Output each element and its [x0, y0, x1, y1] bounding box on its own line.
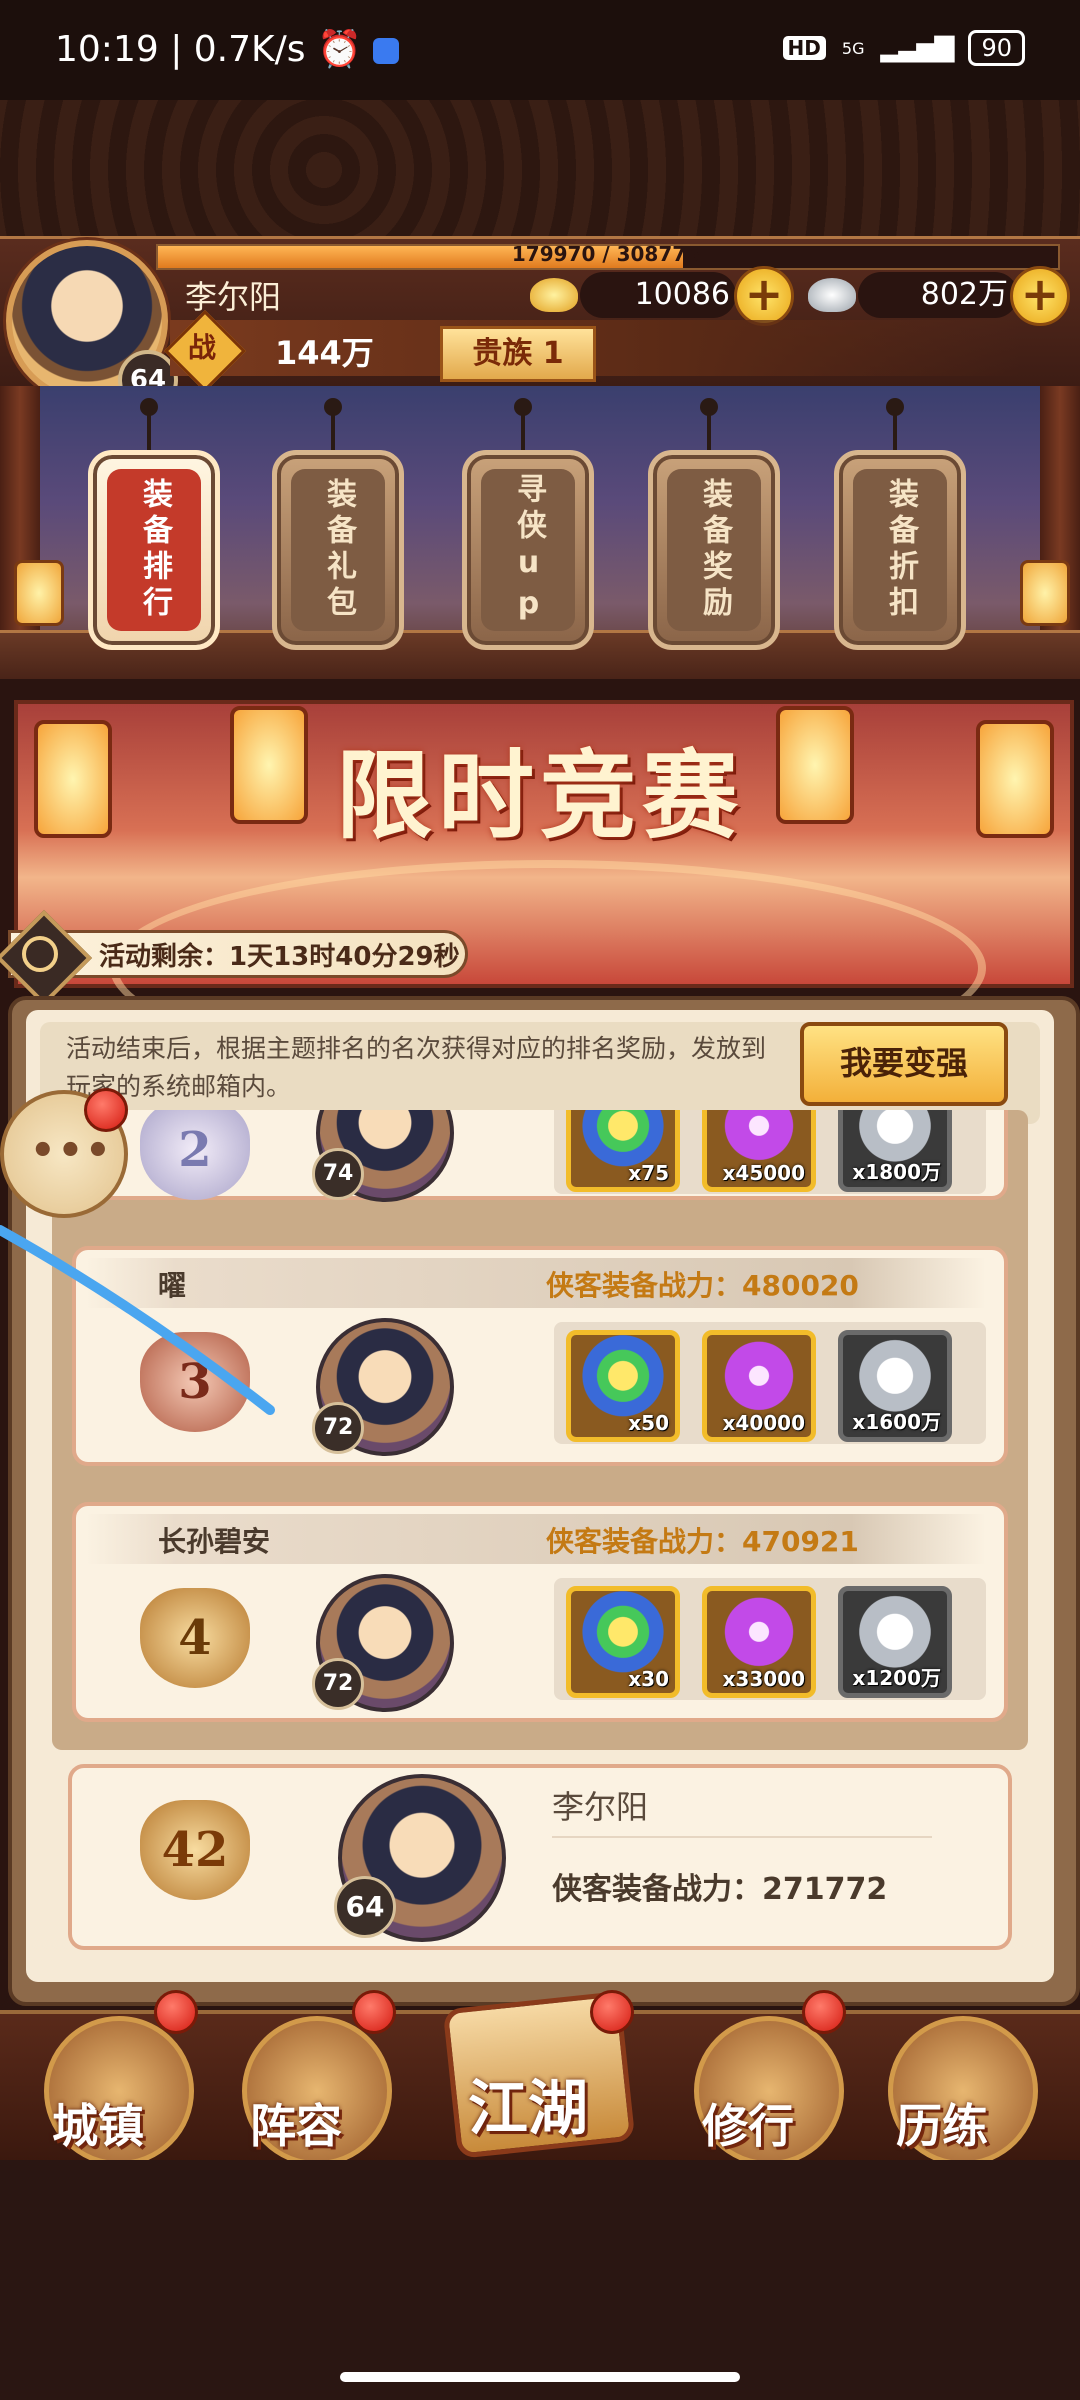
battery-icon: 90: [968, 30, 1025, 66]
tab-label: 装备排行: [107, 469, 201, 631]
rank-badge: 4: [140, 1588, 250, 1688]
hd-icon: HD: [782, 36, 826, 60]
home-indicator[interactable]: [340, 2372, 740, 2382]
gold-amount: 10086: [580, 272, 736, 318]
ranking-row: 2 74 x75 x45000 x1800万: [72, 1110, 1008, 1202]
nav-label-4: 历练: [896, 2099, 988, 2153]
reward-qty: x50: [628, 1411, 669, 1435]
tab-label: 装备奖励: [667, 469, 761, 631]
add-silver-button[interactable]: +: [1010, 266, 1070, 326]
tab-string: [147, 414, 151, 450]
status-indicators: HD 5G ▂▃▅▇ 90: [782, 30, 1025, 66]
reward-item-crystal[interactable]: x45000: [702, 1110, 816, 1192]
divider: [552, 1836, 932, 1838]
self-name: 李尔阳: [552, 1788, 649, 1826]
signal-icon: ▂▃▅▇: [880, 33, 954, 63]
player-power: 144万: [275, 334, 374, 372]
tab-label: 寻侠up: [481, 469, 575, 631]
notification-dot: [590, 1990, 634, 2034]
tab-3[interactable]: 装备奖励: [648, 450, 780, 650]
tab-0[interactable]: 装备排行: [88, 450, 220, 650]
ranker-power: 侠客装备战力：480020: [546, 1269, 859, 1302]
banner-title: 限时竞赛: [336, 739, 744, 852]
reward-qty: x75: [628, 1161, 669, 1185]
reward-qty: x45000: [722, 1161, 805, 1185]
nav-label-1: 阵容: [250, 2099, 342, 2153]
tab-label: 装备礼包: [291, 469, 385, 631]
reward-list: x50 x40000 x1600万: [554, 1322, 986, 1444]
notification-dot: [802, 1990, 846, 2034]
status-time: 10:19 | 0.7K/s ⏰: [55, 28, 400, 70]
notification-dot: [154, 1990, 198, 2034]
ranker-power: 侠客装备战力：470921: [546, 1525, 859, 1558]
lantern-icon: [1020, 560, 1070, 626]
tab-1[interactable]: 装备礼包: [272, 450, 404, 650]
reward-qty: x33000: [722, 1667, 805, 1691]
reward-item-gem[interactable]: x75: [566, 1110, 680, 1192]
noble-badge[interactable]: 贵族 1: [440, 326, 596, 382]
swipe-trail: [0, 1225, 275, 1415]
tab-string: [331, 414, 335, 450]
reward-item-silver[interactable]: x1800万: [838, 1110, 952, 1192]
reward-qty: x30: [628, 1667, 669, 1691]
tab-string: [707, 414, 711, 450]
gold-ingot-icon: [530, 278, 578, 312]
reward-item-crystal[interactable]: x33000: [702, 1586, 816, 1698]
network-speed: 0.7K/s: [193, 29, 306, 70]
ranker-name: 长孙碧安: [158, 1525, 271, 1558]
chat-bubble-icon: •••: [30, 1128, 113, 1174]
reward-list: x75 x45000 x1800万: [554, 1110, 986, 1194]
add-gold-button[interactable]: +: [734, 266, 794, 326]
player-name: 李尔阳: [185, 278, 282, 316]
rank-badge: 2: [140, 1110, 250, 1200]
ranker-level: 74: [312, 1148, 364, 1200]
clock-icon: [22, 936, 58, 972]
top-background: [0, 100, 1080, 240]
reward-item-silver[interactable]: x1600万: [838, 1330, 952, 1442]
clock-time: 10:19: [55, 29, 159, 70]
tab-string: [521, 414, 525, 450]
reward-item-gem[interactable]: x50: [566, 1330, 680, 1442]
reward-item-silver[interactable]: x1200万: [838, 1586, 952, 1698]
lantern-icon: [14, 560, 64, 626]
self-hero-level: 64: [334, 1876, 396, 1938]
battle-label: 战: [187, 331, 216, 364]
reward-qty: x1800万: [852, 1160, 941, 1184]
self-power: 侠客装备战力：271772: [552, 1872, 888, 1907]
notification-dot: [84, 1088, 128, 1132]
silver-ingot-icon: [808, 278, 856, 312]
tab-2[interactable]: 寻侠up: [462, 450, 594, 650]
reward-qty: x1600万: [852, 1410, 941, 1434]
nav-label-2: 江湖: [468, 2074, 588, 2144]
get-stronger-button[interactable]: 我要变强: [800, 1022, 1008, 1106]
tab-4[interactable]: 装备折扣: [834, 450, 966, 650]
ranking-row: 长孙碧安 侠客装备战力：470921 4 72 x30 x33000 x1200万: [72, 1502, 1008, 1722]
alarm-icon: ⏰: [316, 29, 362, 70]
reward-item-crystal[interactable]: x40000: [702, 1330, 816, 1442]
reward-qty: x40000: [722, 1411, 805, 1435]
tab-string: [893, 414, 897, 450]
exp-text: 179970 / 308775: [511, 242, 701, 266]
ranker-level: 72: [312, 1402, 364, 1454]
app-notification-icon: [373, 38, 400, 64]
self-rank-badge: 42: [140, 1800, 250, 1900]
reward-item-gem[interactable]: x30: [566, 1586, 680, 1698]
notification-dot: [352, 1990, 396, 2034]
silver-amount: 802万: [858, 272, 1018, 318]
reward-qty: x1200万: [852, 1666, 941, 1690]
network-type: 5G: [841, 38, 865, 58]
nav-label-3: 修行: [702, 2099, 794, 2153]
bottom-background: [0, 2160, 1080, 2400]
notice-text: 活动结束后，根据主题排名的名次获得对应的排名奖励，发放到玩家的系统邮箱内。: [66, 1034, 767, 1101]
tab-label: 装备折扣: [853, 469, 947, 631]
ranking-list[interactable]: 2 74 x75 x45000 x1800万曜侠客装备战力：480020 3 72 x50 x4…: [52, 1110, 1028, 1750]
reward-list: x30 x33000 x1200万: [554, 1578, 986, 1700]
ranker-level: 72: [312, 1658, 364, 1710]
nav-label-0: 城镇: [52, 2099, 144, 2153]
